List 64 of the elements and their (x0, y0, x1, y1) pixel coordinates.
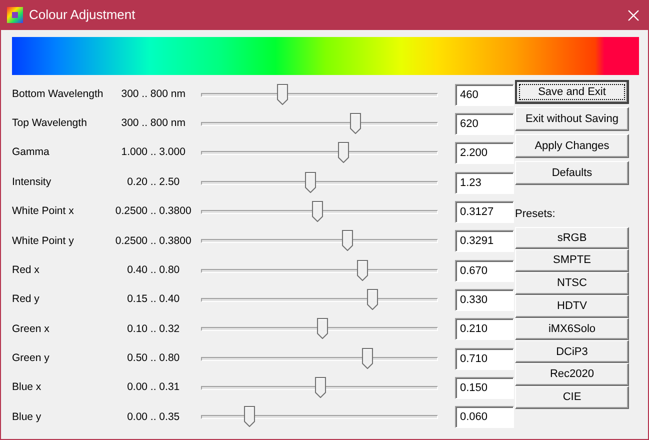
value-field[interactable]: 0.670 (455, 260, 514, 282)
value-field[interactable]: 0.150 (455, 377, 514, 400)
value-field[interactable]: 0.210 (455, 318, 514, 340)
range-label: 300 .. 800 nm (120, 86, 186, 102)
action-button[interactable]: Defaults (515, 161, 629, 184)
range-label: 0.00 .. 0.31 (126, 380, 181, 396)
close-icon (628, 10, 638, 20)
slider-thumb[interactable] (342, 230, 353, 252)
parameter-label: Red x (12, 262, 40, 278)
parameter-label: Top Wavelength (12, 116, 88, 132)
app-icon (7, 7, 23, 23)
parameter-label: Blue y (12, 410, 42, 425)
parameter-label: Gamma (12, 145, 50, 160)
preset-button[interactable]: iMX6Solo (515, 318, 629, 340)
preset-button[interactable]: DCiP3 (515, 340, 629, 364)
range-label: 300 .. 800 nm (120, 116, 186, 132)
value-field[interactable]: 2.200 (455, 142, 514, 164)
value-field[interactable]: 0.3291 (455, 230, 514, 252)
range-label: 0.10 .. 0.32 (126, 322, 181, 337)
slider-thumb[interactable] (366, 289, 378, 310)
parameter-label: Green y (12, 350, 50, 366)
presets-label: Presets: (515, 207, 556, 222)
parameter-label: Bottom Wavelength (12, 86, 104, 102)
slider-thumb[interactable] (357, 260, 368, 281)
range-label: 0.50 .. 0.80 (126, 350, 181, 366)
value-field[interactable]: 0.330 (455, 289, 514, 312)
range-label: 0.20 .. 2.50 (126, 174, 181, 190)
preset-button[interactable]: SMPTE (515, 249, 629, 272)
slider-thumb[interactable] (276, 84, 288, 105)
slider-thumb[interactable] (317, 318, 328, 340)
slider-thumb[interactable] (314, 377, 326, 398)
preset-button[interactable]: sRGB (515, 226, 629, 250)
slider-thumb[interactable] (312, 201, 324, 222)
range-label: 0.2500 .. 0.3800 (114, 204, 192, 220)
slider-thumb[interactable] (362, 348, 374, 369)
value-field[interactable]: 620 (455, 113, 514, 136)
value-field[interactable]: 0.3127 (455, 201, 514, 224)
window-title: Colour Adjustment (29, 6, 136, 24)
range-label: 1.000 .. 3.000 (120, 145, 186, 160)
range-label: 0.15 .. 0.40 (126, 292, 181, 308)
value-field[interactable]: 1.23 (455, 172, 514, 194)
slider-thumb[interactable] (338, 142, 350, 164)
parameter-label: Red y (12, 292, 40, 308)
parameter-label: Intensity (12, 174, 52, 190)
slider-thumb[interactable] (305, 172, 316, 193)
preset-button[interactable]: Rec2020 (515, 363, 629, 386)
value-field[interactable]: 460 (455, 84, 514, 106)
range-label: 0.00 .. 0.35 (126, 410, 181, 425)
range-label: 0.40 .. 0.80 (126, 262, 181, 278)
preset-button[interactable]: CIE (515, 386, 629, 409)
action-button[interactable]: Apply Changes (515, 134, 629, 158)
value-field[interactable]: 0.060 (455, 406, 514, 428)
range-label: 0.2500 .. 0.3800 (114, 234, 192, 249)
action-button[interactable]: Save and Exit (515, 80, 629, 104)
parameter-label: White Point y (12, 234, 75, 249)
slider-thumb[interactable] (244, 406, 255, 428)
parameter-label: Green x (12, 322, 50, 337)
value-field[interactable]: 0.710 (455, 348, 514, 370)
preset-button[interactable]: NTSC (515, 272, 629, 295)
slider-thumb[interactable] (350, 113, 362, 134)
parameter-label: Blue x (12, 380, 42, 396)
action-button[interactable]: Exit without Saving (515, 107, 629, 130)
parameter-label: White Point x (12, 204, 75, 220)
preset-button[interactable]: HDTV (515, 294, 629, 318)
